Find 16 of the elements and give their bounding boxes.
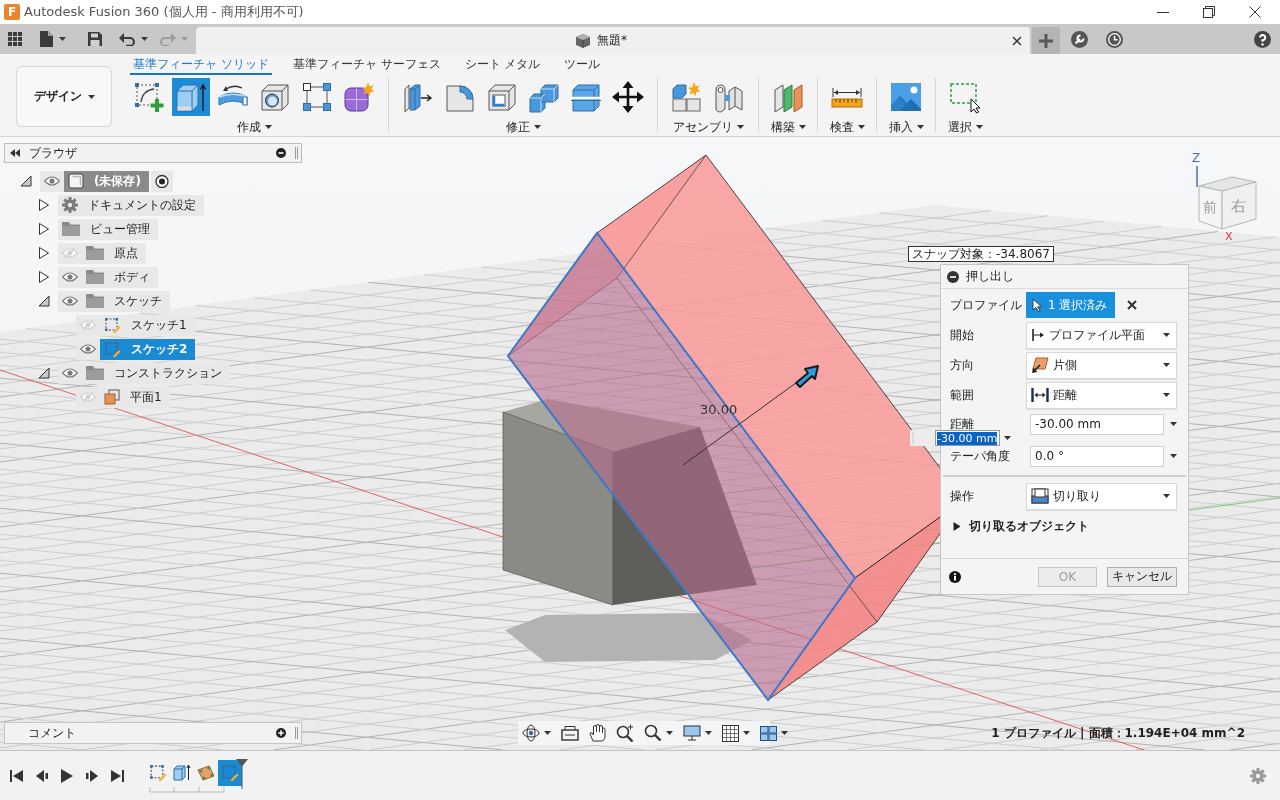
status-text: 1 プロファイル | 面積：1.194E+04 mm^2: [991, 725, 1245, 742]
app-logo: F: [4, 4, 20, 20]
window-title: Autodesk Fusion 360 (個人用 - 商用利用不可): [24, 3, 304, 21]
axis-label: X: [1225, 230, 1233, 241]
field-label: 範囲: [950, 386, 975, 404]
field-label: プロファイル: [950, 296, 1023, 314]
panel-title: ブラウザ: [29, 144, 78, 162]
axis-label: Z: [1192, 151, 1201, 165]
field-label: 距離: [950, 415, 975, 433]
panel-title: コメント: [28, 724, 77, 742]
field-label: 方向: [950, 356, 975, 374]
field-label: 開始: [950, 326, 975, 344]
field-label: 操作: [950, 487, 975, 505]
dialog-title: 押し出し: [966, 268, 1014, 285]
field-label: テーパ角度: [950, 447, 1011, 465]
snap-tooltip: スナップ対象：-34.8067: [908, 246, 1054, 262]
